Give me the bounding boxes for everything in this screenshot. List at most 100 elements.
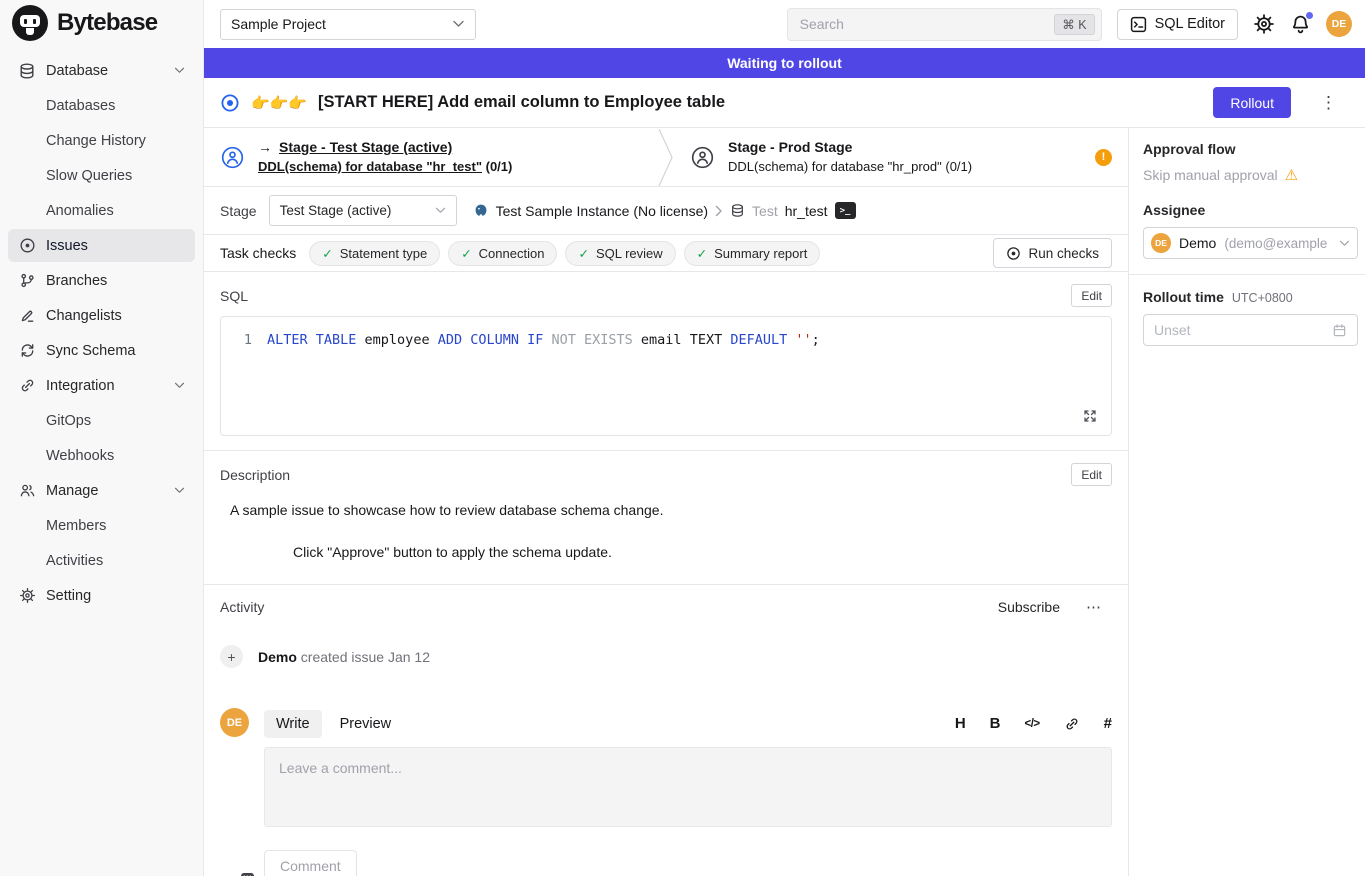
run-checks-label: Run checks <box>1028 246 1099 261</box>
sidebar-item-branches[interactable]: Branches <box>8 264 195 297</box>
check-pill-statement-type[interactable]: ✓ Statement type <box>309 241 440 266</box>
plus-icon: + <box>220 645 243 668</box>
check-passed-icon: ✓ <box>578 246 588 261</box>
stage-warning-badge[interactable]: ! <box>1095 149 1112 166</box>
rollout-button[interactable]: Rollout <box>1213 87 1291 118</box>
bytebase-app: Bytebase Database Databases Change Histo… <box>0 0 1365 876</box>
avatar: DE <box>220 708 249 737</box>
project-selector[interactable]: Sample Project <box>220 9 476 40</box>
run-checks-button[interactable]: Run checks <box>993 238 1112 268</box>
database-link[interactable]: hr_test <box>785 203 828 219</box>
sidebar-item-change-history[interactable]: Change History <box>8 124 195 157</box>
breadcrumb: Test Sample Instance (No license) Test h… <box>473 202 856 219</box>
format-reference-button[interactable]: # <box>1104 715 1112 732</box>
assignee-selector[interactable]: DE Demo (demo@example <box>1143 227 1358 259</box>
check-passed-icon: ✓ <box>461 246 471 261</box>
sidebar-item-changelists[interactable]: Changelists <box>8 299 195 332</box>
sidebar-item-setting[interactable]: Setting <box>8 579 195 612</box>
search-input[interactable] <box>798 15 1055 33</box>
page-title: [START HERE] Add email column to Employe… <box>318 93 725 112</box>
sidebar-item-slow-queries[interactable]: Slow Queries <box>8 159 195 192</box>
comment-tabs: Write Preview H B </> # <box>264 708 1112 739</box>
database-icon <box>18 62 36 80</box>
sidebar-item-anomalies[interactable]: Anomalies <box>8 194 195 227</box>
open-sql-editor-icon[interactable]: >_ <box>835 202 856 219</box>
description-edit-button[interactable]: Edit <box>1071 463 1112 486</box>
main-content: Sample Project ⌘ K SQL Editor <box>204 0 1365 876</box>
sidebar-item-label: Change History <box>46 133 146 149</box>
rollout-time-picker[interactable]: Unset <box>1143 314 1358 346</box>
check-pill-connection[interactable]: ✓ Connection <box>448 241 557 266</box>
notifications-button[interactable] <box>1290 14 1311 35</box>
sidebar-item-gitops[interactable]: GitOps <box>8 404 195 437</box>
changelist-icon <box>18 307 36 324</box>
sql-token: DEFAULT <box>730 332 795 348</box>
sidebar-item-databases[interactable]: Databases <box>8 89 195 122</box>
sidebar-item-sync-schema[interactable]: Sync Schema <box>8 334 195 367</box>
format-link-button[interactable] <box>1064 716 1080 732</box>
sidebar-item-webhooks[interactable]: Webhooks <box>8 439 195 472</box>
sql-editor-readonly[interactable]: 1 ALTER TABLE employee ADD COLUMN IF NOT… <box>220 316 1112 436</box>
sidebar-item-issues[interactable]: Issues <box>8 229 195 262</box>
bytebase-logo-icon <box>12 5 48 41</box>
sidebar-item-label: Setting <box>46 588 91 604</box>
chevron-down-icon <box>1339 240 1350 247</box>
active-stage-arrow: → <box>258 137 272 157</box>
sql-edit-button[interactable]: Edit <box>1071 284 1112 307</box>
stage-select-label: Stage <box>220 203 257 219</box>
instance-link[interactable]: Test Sample Instance (No license) <box>496 203 708 219</box>
gear-icon <box>18 587 36 604</box>
stage-progress: (0/1) <box>945 159 972 174</box>
sidebar-item-label: Databases <box>46 98 115 114</box>
sql-token: email <box>641 332 690 348</box>
sql-token: NOT EXISTS <box>552 332 641 348</box>
activity-more-button[interactable]: ⋯ <box>1080 597 1108 617</box>
stage-selector[interactable]: Test Stage (active) <box>269 195 457 226</box>
stage-progress: (0/1) <box>486 159 513 174</box>
sql-code-line: 1 ALTER TABLE employee ADD COLUMN IF NOT… <box>221 317 1111 348</box>
stage-card-test[interactable]: → Stage - Test Stage (active) DDL(schema… <box>204 128 658 186</box>
bytebase-logo[interactable]: Bytebase <box>0 0 203 46</box>
activity-action: created issue <box>301 649 384 665</box>
sql-token: TEXT <box>690 332 731 348</box>
issue-header: 👉👉👉 [START HERE] Add email column to Emp… <box>204 78 1365 128</box>
sql-editor-button[interactable]: SQL Editor <box>1117 9 1238 40</box>
expand-icon[interactable] <box>1082 408 1098 424</box>
chevron-down-icon <box>452 20 465 28</box>
format-heading-button[interactable]: H <box>955 715 966 732</box>
subscribe-button[interactable]: Subscribe <box>992 598 1066 616</box>
sidebar-item-label: Changelists <box>46 308 122 324</box>
stage-select-row: Stage Test Stage (active) Test Sample In… <box>204 187 1128 234</box>
stage-title: Stage - Prod Stage <box>728 137 852 157</box>
comment-submit-button[interactable]: Comment <box>264 850 357 876</box>
gear-icon <box>1253 13 1275 35</box>
stage-task-link[interactable]: DDL(schema) for database "hr_test" <box>258 159 482 174</box>
status-banner: Waiting to rollout <box>204 48 1365 78</box>
comment-input[interactable] <box>264 747 1112 827</box>
tab-write[interactable]: Write <box>264 710 322 738</box>
settings-button[interactable] <box>1253 13 1275 35</box>
tab-preview[interactable]: Preview <box>328 710 404 738</box>
sidebar-item-integration[interactable]: Integration <box>8 369 195 402</box>
format-code-button[interactable]: </> <box>1025 718 1040 730</box>
chevron-down-icon <box>174 382 185 389</box>
format-bold-button[interactable]: B <box>990 715 1001 732</box>
line-number: 1 <box>221 332 267 348</box>
project-selector-value: Sample Project <box>231 16 326 32</box>
sidebar-item-members[interactable]: Members <box>8 509 195 542</box>
user-avatar[interactable]: DE <box>1326 11 1352 37</box>
sidebar-item-manage[interactable]: Manage <box>8 474 195 507</box>
description-section: Description Edit A sample issue to showc… <box>204 450 1128 584</box>
sidebar-item-label: Integration <box>46 378 115 394</box>
sidebar-item-database[interactable]: Database <box>8 54 195 87</box>
sidebar-item-activities[interactable]: Activities <box>8 544 195 577</box>
environment-label: Test <box>752 203 778 219</box>
status-banner-text: Waiting to rollout <box>727 55 842 71</box>
check-pill-sql-review[interactable]: ✓ SQL review <box>565 241 675 266</box>
rollout-timezone: UTC+0800 <box>1232 291 1293 305</box>
kebab-menu-button[interactable]: ⋮ <box>1314 92 1343 114</box>
sidebar-nav: Database Databases Change History Slow Q… <box>0 46 203 612</box>
sync-icon <box>18 342 36 359</box>
check-pill-summary-report[interactable]: ✓ Summary report <box>684 241 821 266</box>
stage-card-prod[interactable]: Stage - Prod Stage DDL(schema) for datab… <box>674 128 1128 186</box>
